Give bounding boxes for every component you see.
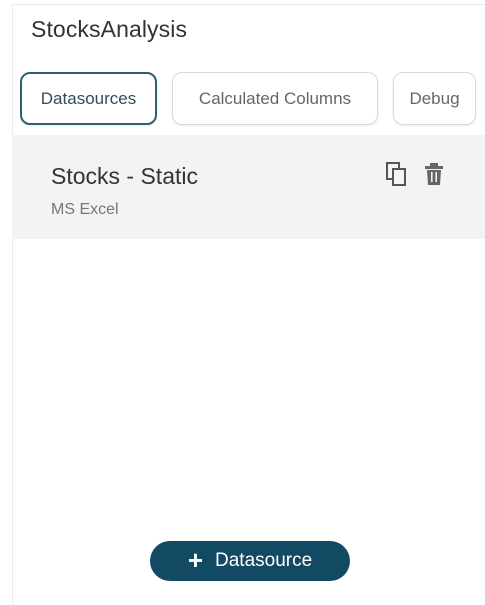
left-divider [12,4,13,605]
plus-icon: + [187,545,203,575]
datasources-panel: StocksAnalysis Datasources Calculated Co… [0,0,485,605]
datasource-type: MS Excel [51,201,119,218]
datasource-name: Stocks - Static [51,163,198,189]
tab-debug[interactable]: Debug [393,72,476,125]
tab-calculated-columns[interactable]: Calculated Columns [172,72,378,125]
add-datasource-label: Datasource [215,550,313,571]
tab-bar: Datasources Calculated Columns Debug [20,72,485,127]
top-divider [12,4,485,5]
add-datasource-button[interactable]: + Datasource [150,541,350,581]
page-title: StocksAnalysis [31,16,188,42]
datasource-item[interactable]: Stocks - Static MS Excel [12,135,485,239]
trash-icon[interactable] [422,161,446,187]
tab-datasources[interactable]: Datasources [20,72,157,125]
copy-icon[interactable] [384,161,408,187]
